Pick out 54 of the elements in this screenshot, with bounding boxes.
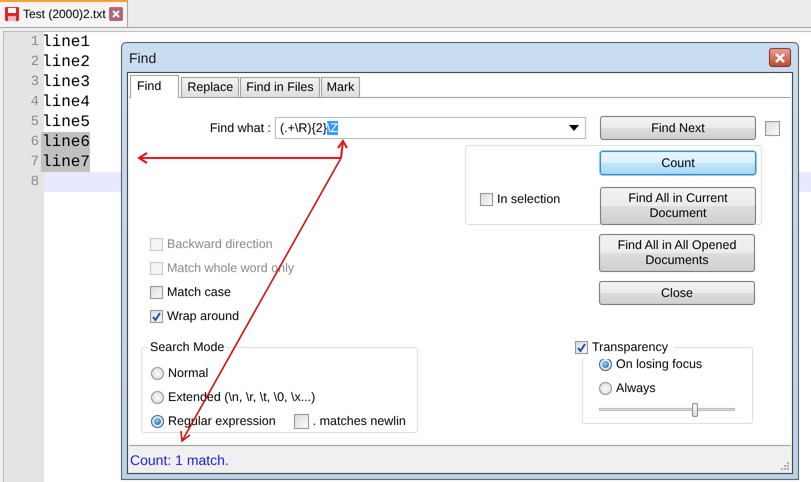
code-line: line4 (41, 92, 90, 112)
window-title: Find (128, 50, 156, 66)
close-button[interactable] (769, 48, 791, 67)
find-all-opened-button[interactable]: Find All in All Opened Documents (599, 234, 755, 272)
tab[interactable]: Mark (320, 77, 360, 97)
option-label: Backward direction (167, 237, 273, 251)
option-label: Always (616, 381, 656, 395)
close-icon (775, 52, 785, 62)
option-label: Transparency (592, 340, 668, 354)
checkbox[interactable] (480, 192, 493, 206)
find-next-button[interactable]: Find Next (600, 116, 756, 140)
tab[interactable]: Find in Files (240, 77, 320, 97)
line-number: 6 (30, 134, 40, 150)
option-label: On losing focus (616, 357, 702, 371)
line-number: 5 (30, 114, 40, 130)
line-number: 8 (30, 174, 40, 190)
line-number: 4 (30, 94, 40, 110)
close-button[interactable]: Close (599, 281, 755, 305)
find-what-label: Find what : (208, 121, 271, 135)
checkbox[interactable] (294, 414, 309, 428)
option-label: In selection (497, 192, 560, 206)
group-title: Search Mode (148, 340, 226, 354)
radio-button[interactable] (151, 414, 164, 428)
slider-thumb[interactable] (692, 403, 698, 417)
option-label: Wrap around (167, 309, 240, 323)
count-button[interactable]: Count (600, 151, 756, 175)
code-line: line2 (41, 52, 90, 72)
tab[interactable]: Replace (181, 77, 240, 97)
resize-grip-icon[interactable] (781, 462, 789, 470)
option-label: . matches newlin (312, 414, 406, 428)
checkbox[interactable] (150, 286, 163, 298)
radio-button[interactable] (151, 390, 164, 404)
find-what-field[interactable]: (.+\R){2}\Z (275, 117, 586, 139)
line-number: 2 (30, 54, 40, 70)
tab[interactable]: Find (130, 75, 180, 98)
close-icon[interactable] (108, 6, 123, 20)
code-line: line1 (41, 32, 90, 52)
file-tab[interactable]: Test (2000)2.txt (0, 0, 128, 27)
code-line: line3 (41, 72, 90, 92)
line-number: 1 (30, 34, 40, 50)
radio-button[interactable] (599, 382, 612, 394)
line-number: 3 (30, 74, 40, 90)
option-label: Match case (167, 285, 231, 299)
code-line: line5 (41, 112, 90, 132)
find-all-current-button[interactable]: Find All in Current Document (600, 187, 756, 225)
checkbox[interactable] (575, 340, 588, 354)
option-label: Normal (168, 366, 208, 380)
dropdown-arrow-icon[interactable] (569, 125, 579, 131)
radio-button[interactable] (151, 366, 164, 380)
file-tab-label: Test (2000)2.txt (23, 6, 106, 20)
checkbox[interactable] (150, 310, 163, 322)
checkbox[interactable] (765, 120, 780, 136)
status-text: Count: 1 match. (130, 452, 229, 468)
line-number: 7 (30, 154, 40, 170)
